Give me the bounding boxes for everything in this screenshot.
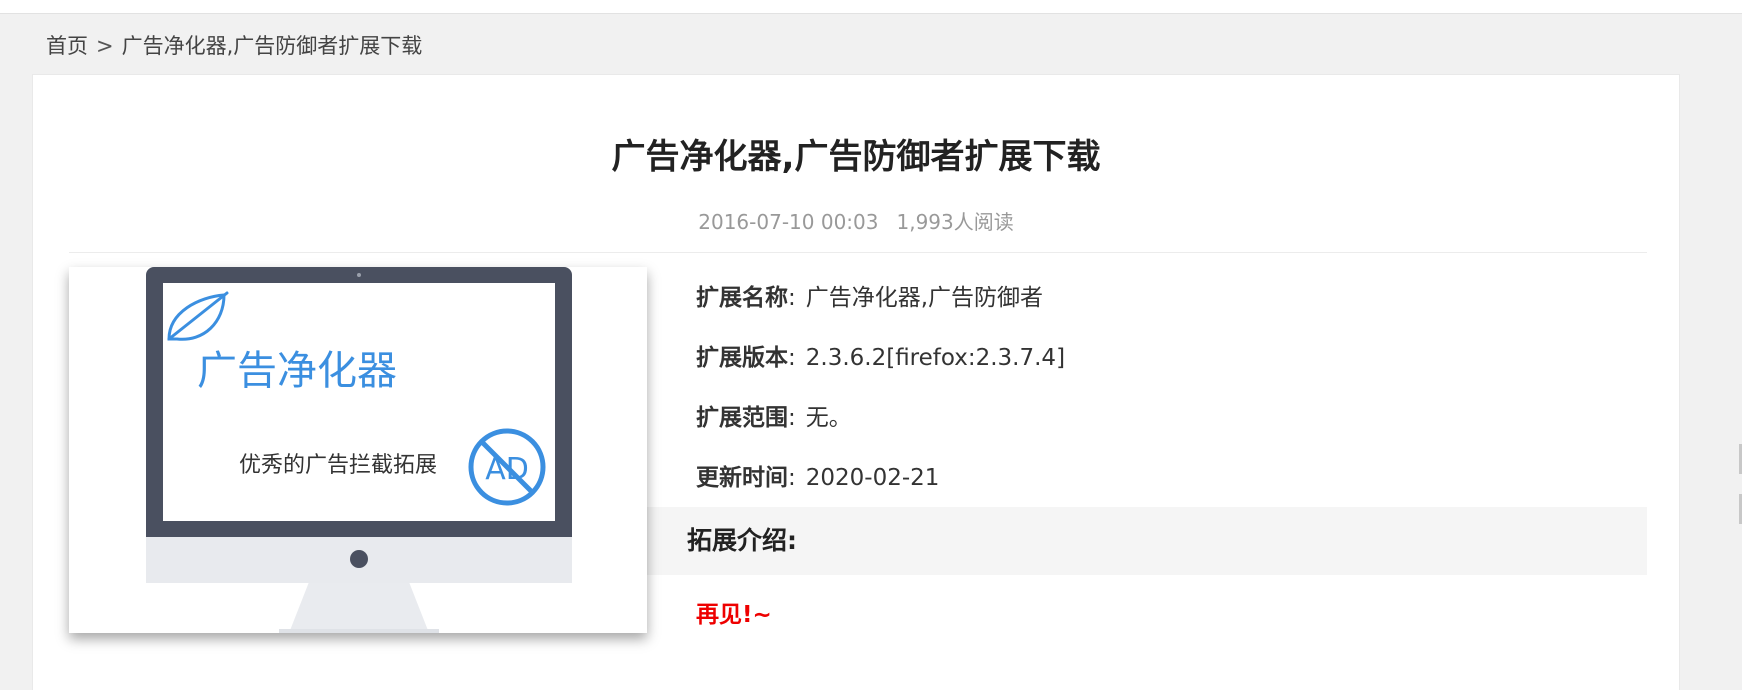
info-value: 无。: [805, 405, 852, 431]
cover-app-name: 广告净化器: [197, 348, 397, 394]
cover-illustration: 广告净化器 优秀的广告拦截拓展 AD: [146, 267, 572, 633]
breadcrumb-current: 广告净化器,广告防御者扩展下载: [121, 34, 423, 58]
info-key: 扩展名称: [696, 285, 788, 311]
info-colon: :: [788, 345, 796, 371]
breadcrumb: 首页 > 广告净化器,广告防御者扩展下载: [46, 30, 422, 60]
page-title: 广告净化器,广告防御者扩展下载: [611, 137, 1101, 177]
cover-tagline: 优秀的广告拦截拓展: [239, 453, 437, 478]
read-count: 1,993人阅读: [896, 210, 1014, 234]
monitor-button: [350, 550, 368, 568]
top-bar: [0, 0, 1742, 14]
intro-heading: 拓展介绍:: [687, 526, 797, 555]
monitor-base: [279, 629, 439, 633]
info-value: 2020-02-21: [805, 465, 940, 491]
info-colon: :: [788, 405, 796, 431]
publish-date: 2016-07-10 00:03: [698, 210, 879, 234]
cover-image[interactable]: 广告净化器 优秀的广告拦截拓展 AD: [69, 267, 647, 633]
info-key: 扩展版本: [696, 345, 788, 371]
article-card: 广告净化器,广告防御者扩展下载 2016-07-10 00:03 1,993人阅读…: [32, 74, 1680, 690]
info-key: 扩展范围: [696, 405, 788, 431]
intro-body: 再见!~: [696, 602, 772, 628]
info-colon: :: [788, 465, 796, 491]
monitor-camera: [357, 273, 361, 277]
info-value: 广告净化器,广告防御者: [805, 285, 1044, 311]
info-colon: :: [788, 285, 796, 311]
info-row-version: 扩展版本: 2.3.6.2[firefox:2.3.7.4]: [696, 328, 1065, 388]
info-row-name: 扩展名称: 广告净化器,广告防御者: [696, 268, 1065, 328]
monitor-stand: [289, 582, 429, 633]
info-key: 更新时间: [696, 465, 788, 491]
extension-info: 扩展名称: 广告净化器,广告防御者 扩展版本: 2.3.6.2[firefox:2.…: [696, 268, 1065, 508]
info-value: 2.3.6.2[firefox:2.3.7.4]: [805, 345, 1066, 371]
info-row-updated: 更新时间: 2020-02-21: [696, 448, 1065, 508]
breadcrumb-separator: >: [96, 34, 114, 58]
divider: [69, 252, 1647, 253]
breadcrumb-home-link[interactable]: 首页: [46, 34, 88, 58]
article-meta: 2016-07-10 00:03 1,993人阅读: [33, 206, 1679, 235]
info-row-scope: 扩展范围: 无。: [696, 388, 1065, 448]
